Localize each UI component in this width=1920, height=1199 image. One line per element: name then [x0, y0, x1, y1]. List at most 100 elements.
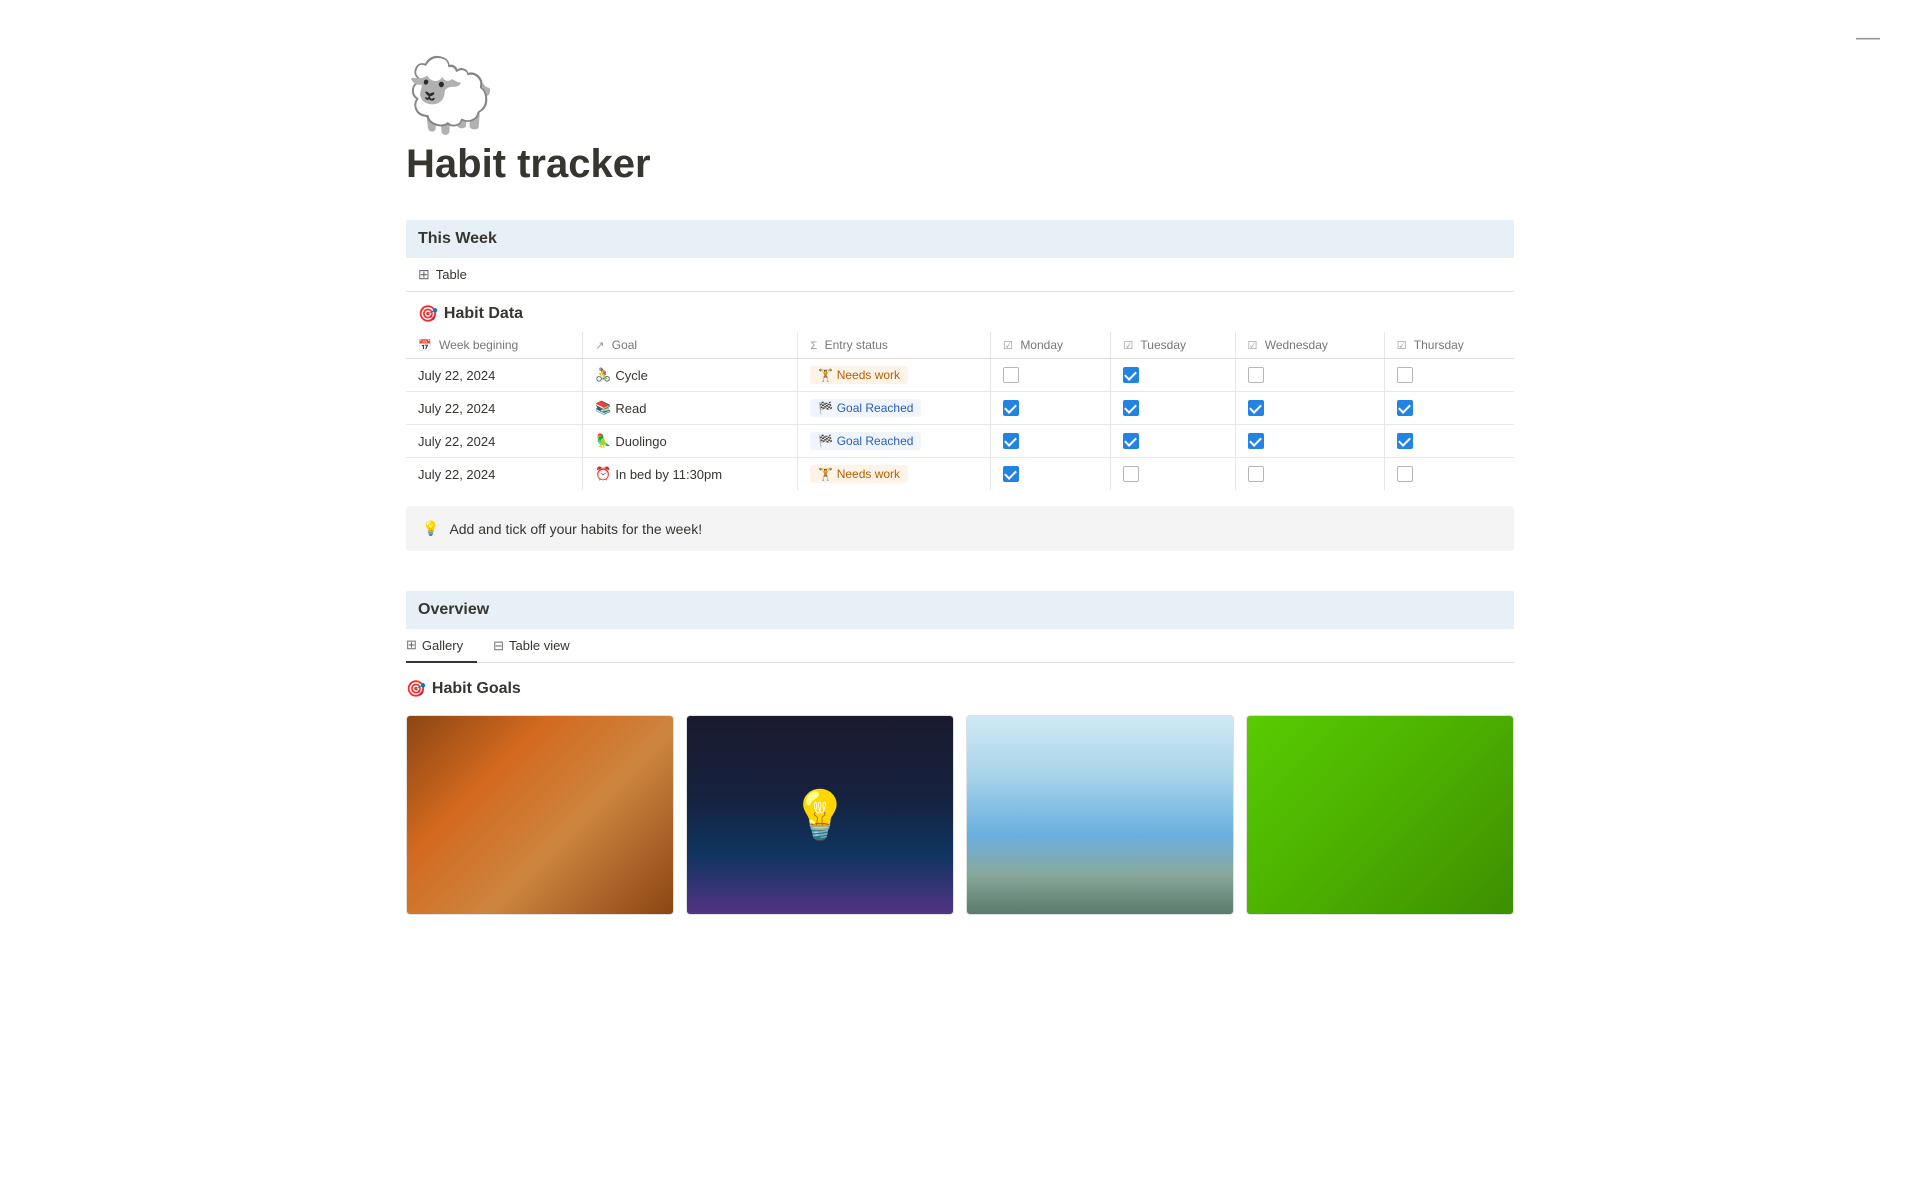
- row-tuesday[interactable]: [1111, 458, 1235, 491]
- row-entry-status: 🏁 Goal Reached: [798, 392, 991, 425]
- thursday-checkbox[interactable]: [1397, 466, 1413, 482]
- minimize-button[interactable]: —: [1856, 24, 1880, 52]
- goal-text: Read: [615, 401, 646, 416]
- thursday-checkbox[interactable]: [1397, 367, 1413, 383]
- tuesday-checkbox[interactable]: [1123, 400, 1139, 416]
- goal-emoji: 📚: [595, 400, 611, 416]
- row-monday[interactable]: [991, 359, 1111, 392]
- overview-section: Overview ⊞ Gallery ⊟ Table view 🎯 Habit …: [406, 591, 1514, 915]
- overview-tabs: ⊞ Gallery ⊟ Table view: [406, 629, 1514, 663]
- wednesday-checkbox[interactable]: [1248, 433, 1264, 449]
- col-week-beginning[interactable]: 📅 Week begining: [406, 332, 583, 359]
- row-thursday[interactable]: [1384, 392, 1514, 425]
- row-date: July 22, 2024: [406, 458, 583, 491]
- tab-table-view[interactable]: ⊟ Table view: [493, 629, 584, 662]
- row-monday[interactable]: [991, 458, 1111, 491]
- overview-header: Overview: [406, 591, 1514, 629]
- row-wednesday[interactable]: [1235, 458, 1384, 491]
- goal-emoji: ⏰: [595, 466, 611, 482]
- row-wednesday[interactable]: [1235, 425, 1384, 458]
- page-container: 🐑 Habit tracker This Week ⊞ Table 🎯 Habi…: [310, 0, 1610, 995]
- row-date: July 22, 2024: [406, 425, 583, 458]
- row-entry-status: 🏁 Goal Reached: [798, 425, 991, 458]
- wednesday-checkbox[interactable]: [1248, 400, 1264, 416]
- habit-data-emoji: 🎯: [418, 304, 438, 324]
- habit-table: 📅 Week begining ↗ Goal Σ Entry status ☑ …: [406, 332, 1514, 490]
- row-tuesday[interactable]: [1111, 425, 1235, 458]
- tab-gallery[interactable]: ⊞ Gallery: [406, 629, 477, 663]
- row-monday[interactable]: [991, 425, 1111, 458]
- row-goal: 📚 Read: [583, 392, 798, 425]
- table-view-tab-label: Table view: [509, 638, 570, 653]
- col-tuesday[interactable]: ☑ Tuesday: [1111, 332, 1235, 359]
- entry-badge: 🏋️ Needs work: [810, 366, 908, 384]
- table-row: July 22, 2024⏰ In bed by 11:30pm🏋️ Needs…: [406, 458, 1514, 491]
- monday-checkbox[interactable]: [1003, 466, 1019, 482]
- col-entry-status[interactable]: Σ Entry status: [798, 332, 991, 359]
- row-entry-status: 🏋️ Needs work: [798, 359, 991, 392]
- gallery-tab-label: Gallery: [422, 638, 463, 653]
- habit-goals-title: 🎯 Habit Goals: [406, 679, 1514, 699]
- monday-checkbox[interactable]: [1003, 400, 1019, 416]
- row-goal: ⏰ In bed by 11:30pm: [583, 458, 798, 491]
- table-view-text: Table: [436, 267, 467, 282]
- goal-text: Cycle: [615, 368, 648, 383]
- gallery-card-cycling[interactable]: [966, 715, 1234, 915]
- tip-callout: 💡 Add and tick off your habits for the w…: [406, 506, 1514, 551]
- table-row: July 22, 2024🚴 Cycle🏋️ Needs work: [406, 359, 1514, 392]
- goal-emoji: 🦜: [595, 433, 611, 449]
- row-date: July 22, 2024: [406, 359, 583, 392]
- entry-badge: 🏁 Goal Reached: [810, 432, 921, 450]
- table-row: July 22, 2024🦜 Duolingo🏁 Goal Reached: [406, 425, 1514, 458]
- table-view-tab-icon: ⊟: [493, 638, 504, 654]
- tip-emoji: 💡: [422, 520, 439, 537]
- tuesday-checkbox[interactable]: [1123, 466, 1139, 482]
- tuesday-checkbox[interactable]: [1123, 433, 1139, 449]
- gallery-card-lamp[interactable]: [686, 715, 954, 915]
- page-header: 🐑 Habit tracker: [406, 60, 1514, 188]
- habit-data-title: 🎯 Habit Data: [406, 292, 1514, 332]
- gallery-tab-icon: ⊞: [406, 637, 417, 653]
- this-week-section: This Week ⊞ Table 🎯 Habit Data 📅 Week be…: [406, 220, 1514, 551]
- goal-text: Duolingo: [615, 434, 666, 449]
- tuesday-checkbox[interactable]: [1123, 367, 1139, 383]
- entry-badge: 🏁 Goal Reached: [810, 399, 921, 417]
- entry-badge: 🏋️ Needs work: [810, 465, 908, 483]
- row-entry-status: 🏋️ Needs work: [798, 458, 991, 491]
- row-tuesday[interactable]: [1111, 392, 1235, 425]
- row-goal: 🚴 Cycle: [583, 359, 798, 392]
- row-thursday[interactable]: [1384, 458, 1514, 491]
- tip-text: Add and tick off your habits for the wee…: [449, 521, 702, 537]
- wednesday-checkbox[interactable]: [1248, 367, 1264, 383]
- habit-data-label: Habit Data: [444, 305, 523, 323]
- gallery-card-books[interactable]: [406, 715, 674, 915]
- row-thursday[interactable]: [1384, 359, 1514, 392]
- row-goal: 🦜 Duolingo: [583, 425, 798, 458]
- table-view-icon: ⊞: [418, 266, 430, 283]
- col-monday[interactable]: ☑ Monday: [991, 332, 1111, 359]
- wednesday-checkbox[interactable]: [1248, 466, 1264, 482]
- col-wednesday[interactable]: ☑ Wednesday: [1235, 332, 1384, 359]
- habit-goals-emoji: 🎯: [406, 679, 426, 699]
- gallery-card-duolingo[interactable]: [1246, 715, 1514, 915]
- col-goal[interactable]: ↗ Goal: [583, 332, 798, 359]
- this-week-header: This Week: [406, 220, 1514, 258]
- monday-checkbox[interactable]: [1003, 433, 1019, 449]
- table-row: July 22, 2024📚 Read🏁 Goal Reached: [406, 392, 1514, 425]
- row-wednesday[interactable]: [1235, 359, 1384, 392]
- thursday-checkbox[interactable]: [1397, 400, 1413, 416]
- thursday-checkbox[interactable]: [1397, 433, 1413, 449]
- page-emoji: 🐑: [406, 60, 1514, 132]
- goal-emoji: 🚴: [595, 367, 611, 383]
- row-tuesday[interactable]: [1111, 359, 1235, 392]
- page-title: Habit tracker: [406, 140, 1514, 188]
- row-wednesday[interactable]: [1235, 392, 1384, 425]
- gallery-grid: [406, 715, 1514, 915]
- goal-text: In bed by 11:30pm: [615, 467, 722, 482]
- col-thursday[interactable]: ☑ Thursday: [1384, 332, 1514, 359]
- monday-checkbox[interactable]: [1003, 367, 1019, 383]
- row-date: July 22, 2024: [406, 392, 583, 425]
- table-view-label[interactable]: ⊞ Table: [406, 258, 1514, 292]
- row-monday[interactable]: [991, 392, 1111, 425]
- row-thursday[interactable]: [1384, 425, 1514, 458]
